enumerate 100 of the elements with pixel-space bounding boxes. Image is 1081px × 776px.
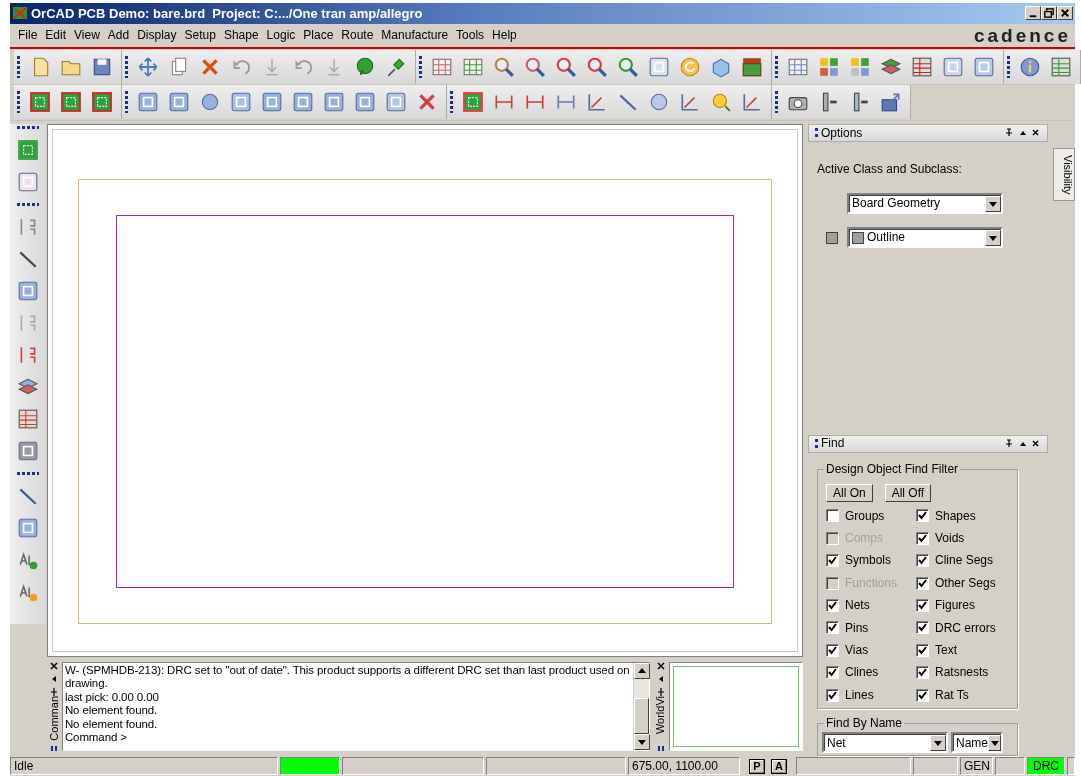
rectangle-icon[interactable] (17, 516, 39, 539)
subclass-dropdown[interactable]: Outline (847, 227, 1003, 249)
object-type-dropdown[interactable]: Net (822, 732, 948, 754)
checkbox[interactable] (826, 554, 839, 568)
shape-icon[interactable] (17, 279, 39, 302)
menu-item[interactable]: Route (337, 27, 378, 43)
zoom-fit-icon[interactable] (648, 55, 670, 78)
toolbar-grip[interactable] (125, 55, 128, 78)
menu-item[interactable]: Shape (219, 27, 263, 43)
checkbox[interactable] (826, 621, 839, 635)
angle-icon[interactable] (741, 91, 763, 114)
checkbox[interactable] (826, 598, 839, 612)
checkbox[interactable] (916, 576, 929, 590)
filter-toggle-button[interactable]: All Off (884, 483, 932, 502)
menu-item[interactable]: Add (103, 27, 134, 43)
menu-item[interactable]: Edit (41, 27, 71, 43)
menu-item[interactable]: Place (299, 27, 338, 43)
toolbar-grip[interactable] (450, 91, 453, 114)
shape-icon[interactable] (323, 91, 345, 114)
restore-button[interactable] (1041, 6, 1057, 21)
toolbar-grip[interactable] (125, 91, 128, 114)
menu-item[interactable]: File (14, 27, 42, 43)
tile-icon[interactable] (973, 55, 995, 78)
filter-toggle-button[interactable]: All On (826, 483, 873, 502)
board-icon[interactable] (91, 91, 113, 114)
checkbox[interactable] (826, 509, 839, 523)
scrollbar[interactable] (633, 662, 649, 750)
flip-board-icon[interactable] (741, 55, 763, 78)
shape-icon[interactable] (168, 91, 190, 114)
shape-icon[interactable] (261, 91, 283, 114)
angle-icon[interactable] (679, 91, 701, 114)
toolbar-grip[interactable] (1007, 55, 1010, 78)
close-icon[interactable] (657, 661, 665, 670)
zoom-icon[interactable] (524, 55, 546, 78)
collapse-icon[interactable] (658, 675, 664, 682)
close-button[interactable] (1057, 6, 1073, 21)
shape-icon[interactable] (292, 91, 314, 114)
panel-controls-icon[interactable] (1005, 128, 1041, 138)
checkbox[interactable] (916, 598, 929, 612)
zoom-icon[interactable] (493, 55, 515, 78)
panel-grip[interactable] (815, 438, 818, 449)
toggle-key-button[interactable]: A (771, 758, 787, 774)
board-icon[interactable] (29, 91, 51, 114)
checkbox[interactable] (826, 643, 839, 657)
blob-icon[interactable] (354, 55, 376, 78)
class-dropdown[interactable]: Board Geometry (847, 193, 1003, 215)
tile-icon[interactable] (942, 55, 964, 78)
board-icon[interactable] (17, 138, 39, 161)
magnifier-icon[interactable] (710, 91, 732, 114)
dropdown-arrow-button[interactable] (988, 734, 1001, 751)
table-icon[interactable] (911, 55, 933, 78)
menu-item[interactable]: View (70, 27, 104, 43)
dock-grip[interactable] (658, 745, 664, 751)
panel-controls-icon[interactable] (1005, 439, 1041, 449)
zoom-previous-icon[interactable] (617, 55, 639, 78)
checkbox[interactable] (916, 643, 929, 657)
dock-grip[interactable] (51, 745, 58, 751)
toolbar-grip[interactable] (17, 202, 39, 206)
toolbar-grip[interactable] (17, 91, 20, 114)
minimize-button[interactable] (1025, 6, 1041, 21)
toolbar-grip[interactable] (17, 471, 39, 475)
checkbox[interactable] (916, 554, 929, 568)
menu-item[interactable]: Manufacture (377, 27, 453, 43)
visibility-tab[interactable]: Visibility (1053, 147, 1075, 202)
menu-item[interactable]: Logic (262, 27, 300, 43)
board-icon[interactable] (462, 91, 484, 114)
move-icon[interactable] (137, 55, 159, 78)
checkbox[interactable] (826, 688, 839, 702)
toolbar-grip[interactable] (775, 91, 778, 114)
angle-icon[interactable] (586, 91, 608, 114)
scroll-up-button[interactable] (634, 662, 650, 679)
checkbox[interactable] (916, 666, 929, 680)
search-mode-dropdown[interactable]: Name (951, 732, 1003, 754)
zoom-in-icon[interactable] (555, 55, 577, 78)
dropdown-arrow-button[interactable] (930, 734, 946, 751)
menu-item[interactable]: Help (488, 27, 521, 43)
color-squares-icon[interactable] (818, 55, 840, 78)
menu-item[interactable]: Setup (180, 27, 220, 43)
refresh-icon[interactable] (679, 55, 701, 78)
zoom-out-icon[interactable] (586, 55, 608, 78)
subclass-color-swatch[interactable] (826, 231, 838, 244)
scroll-thumb[interactable] (634, 697, 649, 734)
toolbar-grip[interactable] (17, 55, 20, 78)
checkbox[interactable] (916, 509, 929, 523)
shape-icon[interactable] (137, 91, 159, 114)
toggle-key-button[interactable]: P (749, 758, 765, 774)
pin-icon[interactable] (50, 687, 59, 696)
collapse-icon[interactable] (51, 675, 58, 682)
color-squares-icon[interactable] (849, 55, 871, 78)
pin-icon[interactable] (657, 687, 665, 696)
info-icon[interactable] (1019, 55, 1041, 78)
panel-grip[interactable] (815, 127, 818, 138)
board-icon[interactable] (60, 91, 82, 114)
frame-icon[interactable] (17, 439, 39, 462)
toolbar-grip[interactable] (775, 55, 778, 78)
shape-icon[interactable] (385, 91, 407, 114)
table-icon[interactable] (1050, 55, 1072, 78)
dropdown-arrow-button[interactable] (985, 195, 1001, 212)
toolbar-grip[interactable] (419, 55, 422, 78)
close-icon[interactable] (50, 661, 59, 670)
